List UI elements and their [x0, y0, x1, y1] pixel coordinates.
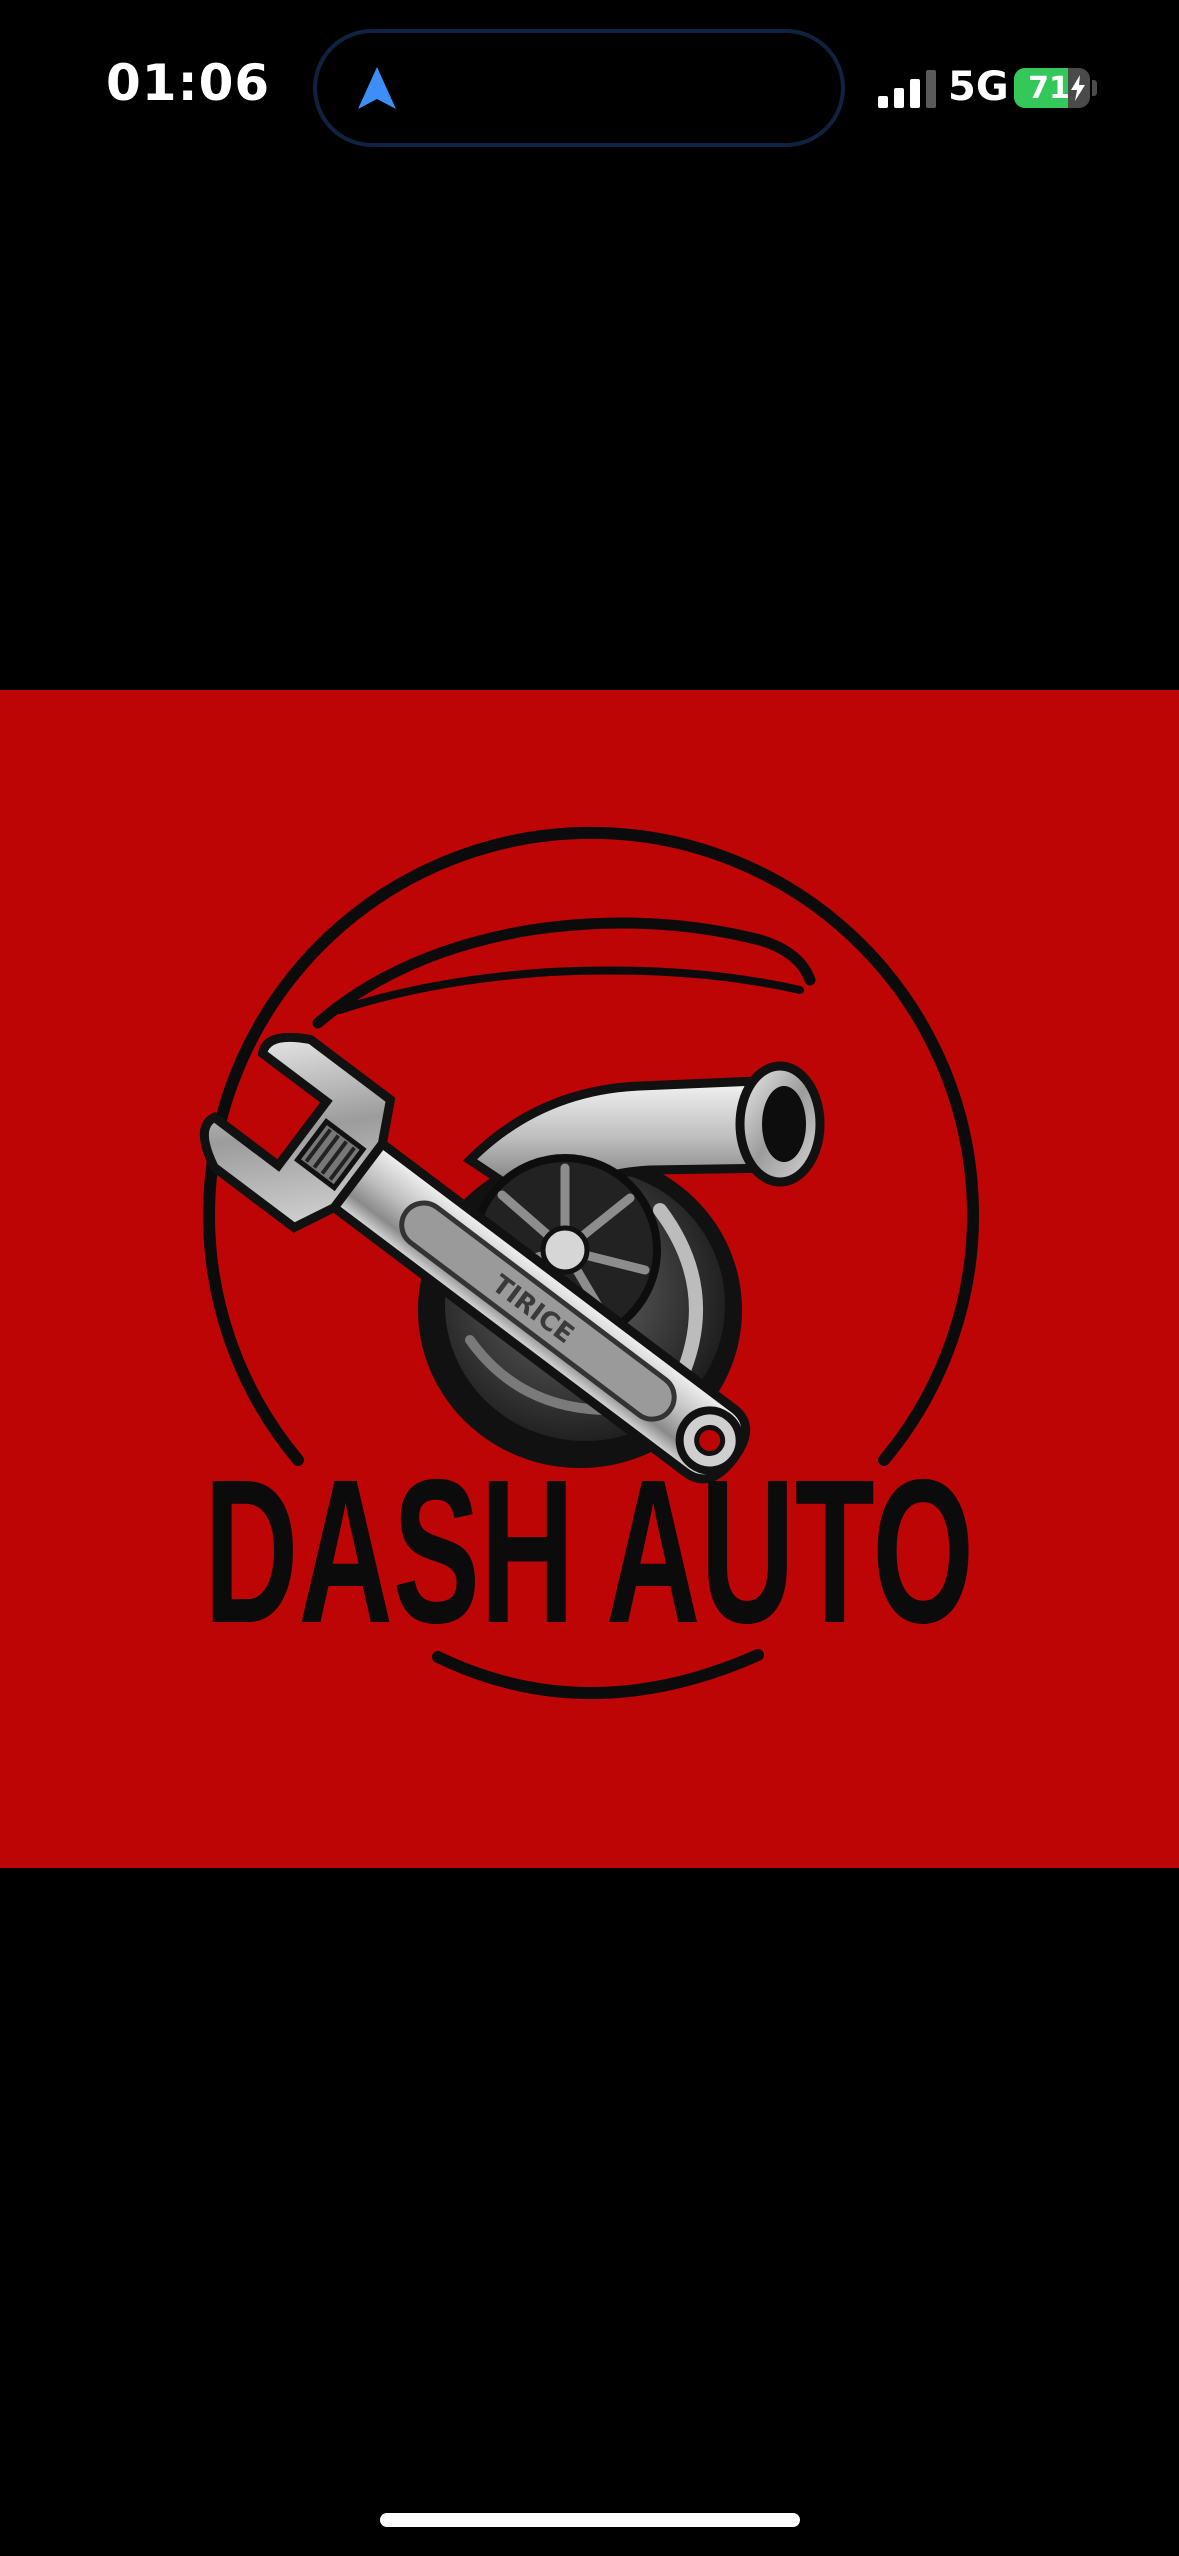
- charging-bolt-icon: [1071, 75, 1085, 101]
- battery-cap: [1092, 80, 1097, 96]
- car-lower-line: [336, 966, 804, 1014]
- logo-artwork: TIRICE DASH AUTO: [199, 826, 979, 1699]
- battery-indicator: 71: [1014, 68, 1090, 108]
- logo-title: DASH AUTO: [204, 1437, 974, 1666]
- cellular-signal-icon: [878, 70, 936, 108]
- dynamic-island[interactable]: [313, 29, 845, 147]
- clock-time: 01:06: [106, 54, 271, 112]
- location-arrow-icon: [358, 67, 396, 109]
- network-type-label: 5G: [948, 64, 1009, 110]
- home-indicator[interactable]: [380, 2513, 800, 2527]
- dash-auto-logo-image: TIRICE DASH AUTO: [0, 690, 1179, 1868]
- status-bar: 01:06 5G 71: [0, 0, 1179, 180]
